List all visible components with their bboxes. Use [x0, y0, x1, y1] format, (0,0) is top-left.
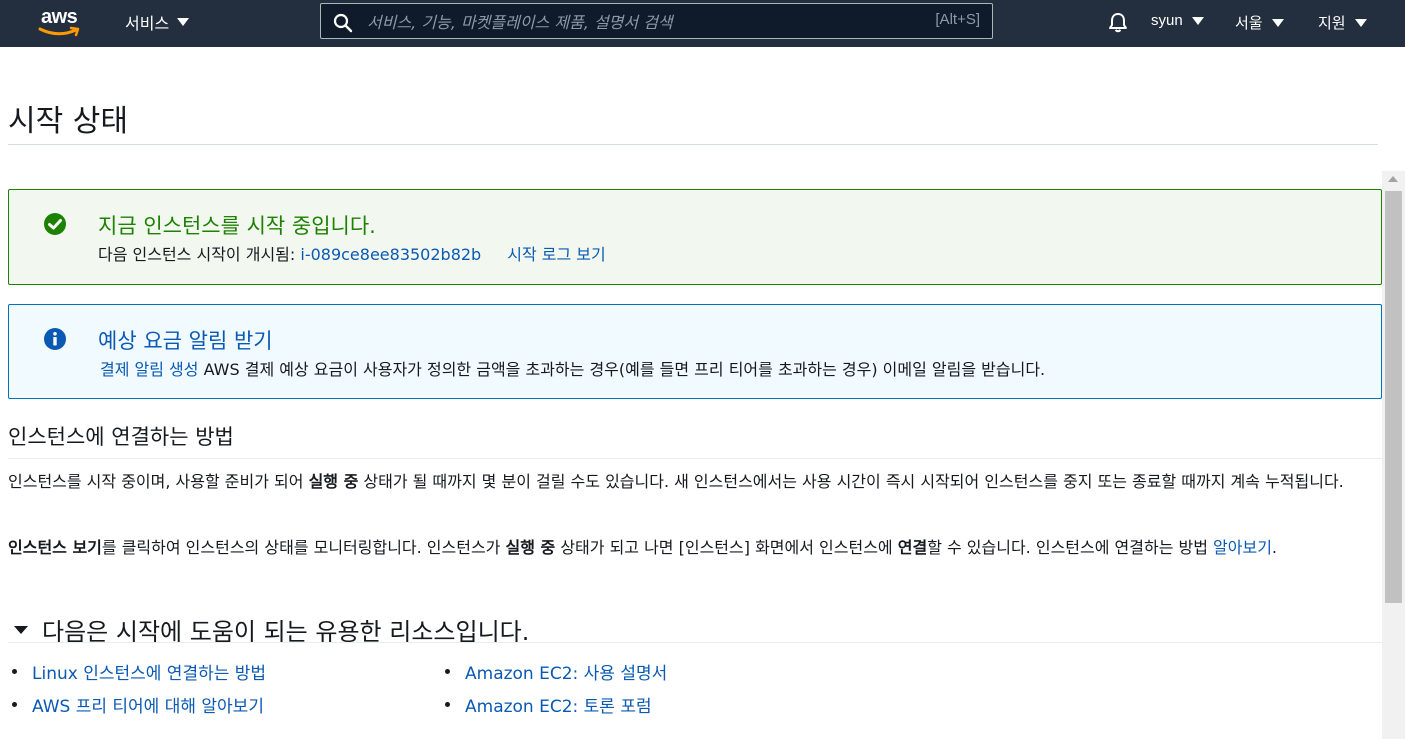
bell-icon[interactable]: [1107, 11, 1129, 33]
search-input[interactable]: [365, 9, 909, 35]
check-circle-icon: [44, 213, 66, 235]
instance-id-link[interactable]: i-089ce8ee83502b82b: [300, 245, 481, 264]
resources-list-left: Linux 인스턴스에 연결하는 방법 AWS 프리 티어에 대해 알아보기: [12, 655, 266, 721]
bullet: [12, 702, 17, 707]
ec2-user-guide-link[interactable]: Amazon EC2: 사용 설명서: [465, 659, 667, 684]
bullet: [445, 669, 450, 674]
aws-smile-icon: [38, 26, 80, 37]
billing-alert-heading: 예상 요금 알림 받기: [98, 329, 273, 353]
p2-text-b: 상태가 되고 나면 [인스턴스] 화면에서 인스턴스에: [555, 538, 898, 557]
success-heading: 지금 인스턴스를 시작 중입니다.: [98, 214, 376, 238]
connect-paragraph-1: 인스턴스를 시작 중이며, 사용할 준비가 되어 실행 중 상태가 될 때까지 …: [8, 469, 1378, 495]
divider: [8, 144, 1378, 145]
success-body-text: 다음 인스턴스 시작이 개시됨:: [98, 245, 301, 264]
support-label: 지원: [1318, 15, 1346, 32]
services-label: 서비스: [125, 14, 170, 33]
support-menu[interactable]: 지원: [1318, 12, 1367, 33]
p2-text-c: 할 수 있습니다. 인스턴스에 연결하는 방법: [927, 538, 1214, 557]
p2-bold-view: 인스턴스 보기: [8, 538, 102, 557]
create-billing-alert-link[interactable]: 결제 알림 생성: [100, 360, 199, 379]
caret-down-icon: [177, 18, 190, 26]
search-box[interactable]: [Alt+S]: [320, 3, 993, 39]
info-circle-icon: [44, 328, 66, 350]
services-menu[interactable]: 서비스: [125, 10, 190, 34]
caret-down-icon: [14, 625, 28, 634]
divider: [8, 642, 1382, 643]
list-item: Linux 인스턴스에 연결하는 방법: [12, 655, 266, 688]
connect-paragraph-2: 인스턴스 보기를 클릭하여 인스턴스의 상태를 모니터링합니다. 인스턴스가 실…: [8, 535, 1378, 561]
divider: [8, 458, 1382, 459]
billing-alert-text: AWS 결제 예상 요금이 사용자가 정의한 금액을 초과하는 경우(예를 들면…: [198, 360, 1046, 379]
region-menu[interactable]: 서울: [1235, 12, 1284, 33]
list-item: Amazon EC2: 토론 포럼: [445, 688, 667, 721]
p2-text-end: .: [1271, 538, 1278, 557]
success-alert: 지금 인스턴스를 시작 중입니다. 다음 인스턴스 시작이 개시됨: i-089…: [8, 189, 1382, 285]
caret-down-icon: [1354, 18, 1367, 27]
region-label: 서울: [1235, 15, 1263, 32]
scrollbar-thumb[interactable]: [1385, 191, 1402, 603]
free-tier-link[interactable]: AWS 프리 티어에 대해 알아보기: [32, 692, 264, 717]
list-item: AWS 프리 티어에 대해 알아보기: [12, 688, 266, 721]
learn-more-link[interactable]: 알아보기: [1213, 538, 1272, 557]
user-menu[interactable]: syun: [1151, 12, 1204, 29]
scrollbar[interactable]: [1382, 171, 1405, 739]
page-title: 시작 상태: [8, 104, 128, 139]
p1-bold: 실행 중: [308, 472, 359, 491]
p2-text-a: 를 클릭하여 인스턴스의 상태를 모니터링합니다. 인스턴스가: [101, 538, 506, 557]
success-body: 다음 인스턴스 시작이 개시됨: i-089ce8ee83502b82b 시작 로…: [98, 241, 606, 265]
p2-bold-connect: 연결: [897, 538, 928, 557]
scroll-up-arrow-icon[interactable]: [1388, 176, 1398, 182]
p2-bold-running: 실행 중: [505, 538, 556, 557]
top-navigation-bar: aws 서비스 [Alt+S] syun 서울 지원: [0, 0, 1405, 47]
ec2-forum-link[interactable]: Amazon EC2: 토론 포럼: [465, 692, 652, 717]
linux-connect-link[interactable]: Linux 인스턴스에 연결하는 방법: [32, 659, 266, 684]
caret-down-icon: [1191, 16, 1204, 25]
search-shortcut: [Alt+S]: [935, 11, 980, 28]
billing-alert-body: 결제 알림 생성 AWS 결제 예상 요금이 사용자가 정의한 금액을 초과하는…: [100, 356, 1045, 380]
view-launch-log-link[interactable]: 시작 로그 보기: [507, 245, 606, 264]
p1-text-a: 인스턴스를 시작 중이며, 사용할 준비가 되어: [8, 472, 309, 491]
user-label: syun: [1151, 12, 1183, 29]
bullet: [12, 669, 17, 674]
resources-list-right: Amazon EC2: 사용 설명서 Amazon EC2: 토론 포럼: [445, 655, 667, 721]
bullet: [445, 702, 450, 707]
p1-text-b: 상태가 될 때까지 몇 분이 걸릴 수도 있습니다. 새 인스턴스에서는 사용 …: [358, 472, 1344, 491]
connect-section-title: 인스턴스에 연결하는 방법: [8, 425, 234, 449]
aws-logo[interactable]: aws: [34, 6, 90, 40]
list-item: Amazon EC2: 사용 설명서: [445, 655, 667, 688]
caret-down-icon: [1271, 18, 1284, 27]
billing-info-alert: 예상 요금 알림 받기 결제 알림 생성 AWS 결제 예상 요금이 사용자가 …: [8, 304, 1382, 399]
search-icon: [333, 13, 353, 33]
